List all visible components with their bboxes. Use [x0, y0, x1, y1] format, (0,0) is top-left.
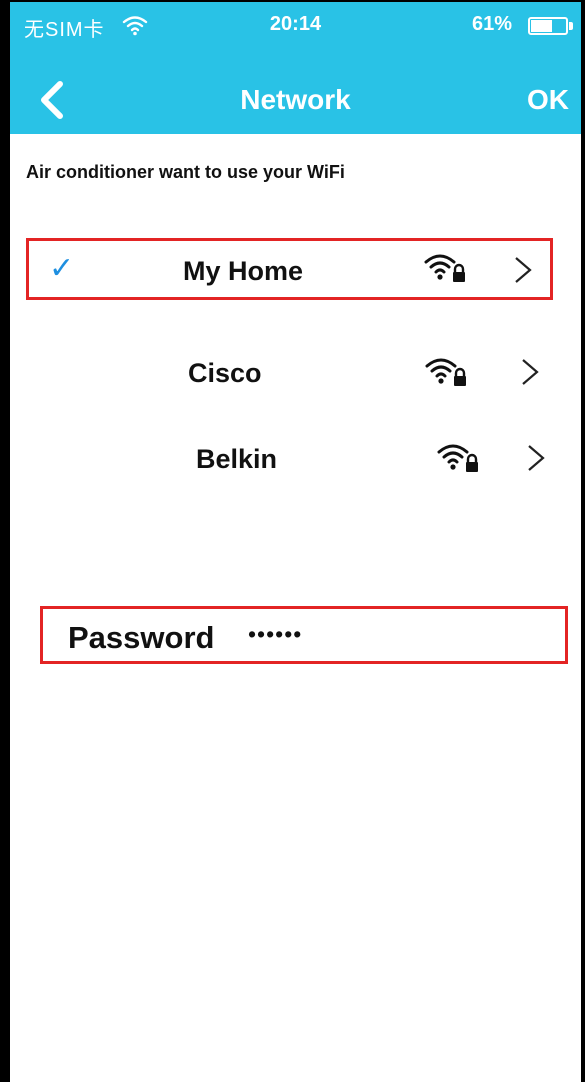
wifi-lock-icon	[425, 358, 466, 386]
checkmark-icon: ✓	[49, 252, 75, 285]
network-row-cisco[interactable]: Cisco	[26, 343, 553, 405]
device-frame-left	[0, 0, 10, 1082]
wifi-lock-icon	[424, 254, 465, 282]
password-field[interactable]: Password ••••••	[40, 606, 568, 664]
back-button[interactable]	[32, 78, 76, 122]
password-label: Password	[68, 620, 215, 655]
wifi-lock-icon	[437, 444, 478, 472]
header: 无SIM卡 20:14 61% Network OK	[10, 2, 581, 134]
device-frame-right	[581, 0, 585, 1082]
battery-level	[531, 20, 552, 32]
battery-tip	[569, 22, 573, 30]
phone-screen: 无SIM卡 20:14 61% Network OK Air condition…	[0, 0, 585, 1082]
ok-button[interactable]: OK	[527, 84, 569, 116]
network-row-belkin[interactable]: Belkin	[26, 429, 553, 491]
status-bar: 无SIM卡 20:14 61%	[10, 2, 581, 46]
chevron-right-icon	[528, 445, 545, 471]
battery-percent: 61%	[472, 13, 513, 35]
chevron-right-icon	[522, 359, 539, 385]
battery-icon	[528, 17, 568, 35]
network-name: Cisco	[188, 358, 262, 388]
network-row-my-home[interactable]: ✓ My Home	[26, 238, 553, 300]
wifi-prompt: Air conditioner want to use your WiFi	[26, 162, 345, 182]
nav-bar: Network OK	[10, 62, 581, 134]
password-value: ••••••	[248, 621, 303, 647]
network-name: My Home	[183, 256, 304, 286]
network-name: Belkin	[196, 444, 278, 474]
page-title: Network	[240, 84, 351, 115]
chevron-right-icon	[515, 257, 532, 283]
